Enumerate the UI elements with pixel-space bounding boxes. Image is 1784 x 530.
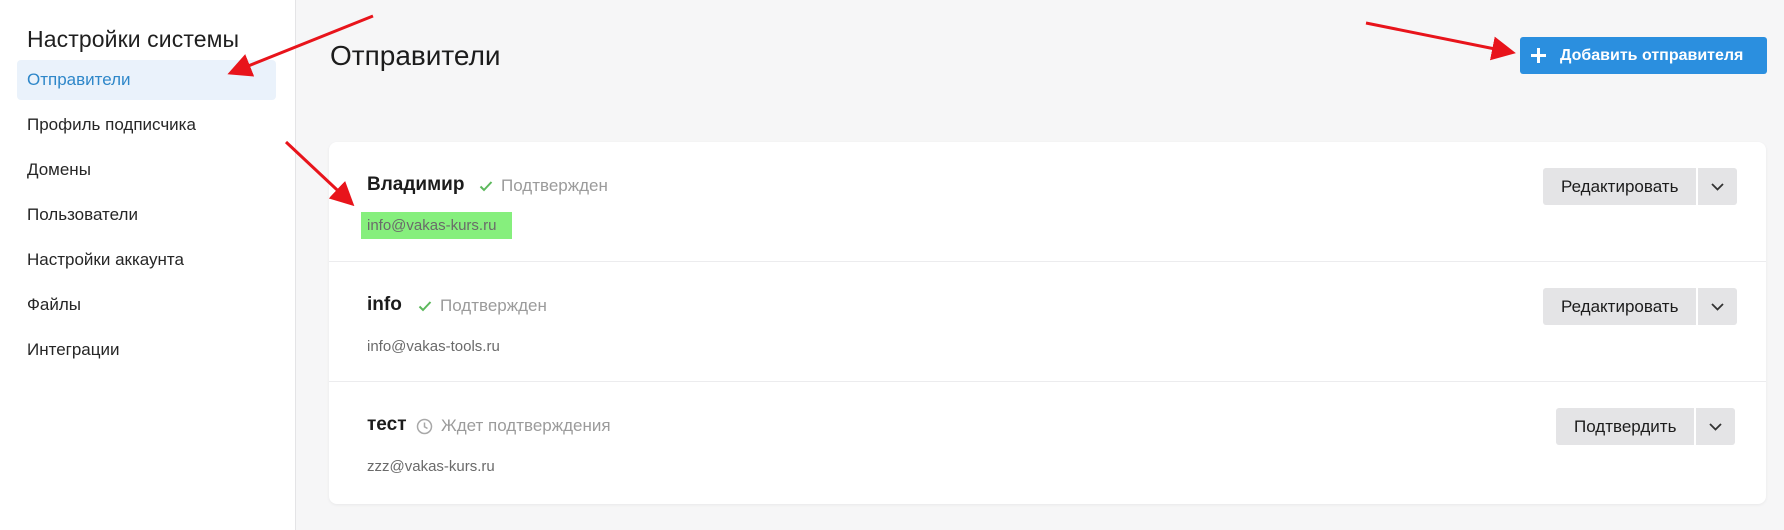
sender-name: Владимир <box>367 174 465 195</box>
sender-status: Подтвержден <box>418 296 547 316</box>
sidebar-item-users[interactable]: Пользователи <box>17 195 276 235</box>
sender-status: Подтвержден <box>479 176 608 196</box>
edit-sender-button[interactable]: Редактировать <box>1543 288 1697 325</box>
check-icon <box>479 180 493 192</box>
sidebar-item-files[interactable]: Файлы <box>17 285 276 325</box>
annotation-arrow <box>1365 21 1516 61</box>
sender-actions-dropdown[interactable] <box>1698 288 1738 325</box>
sender-email: zzz@vakas-kurs.ru <box>367 458 495 475</box>
clock-icon <box>416 418 433 435</box>
sidebar-item-subscriber-profile[interactable]: Профиль подписчика <box>17 105 276 145</box>
sender-email: info@vakas-tools.ru <box>367 338 500 355</box>
sender-name: info <box>367 294 402 315</box>
confirm-sender-button[interactable]: Подтвердить <box>1556 408 1695 445</box>
sender-row: info Подтвержден info@vakas-tools.ru Ред… <box>329 262 1766 382</box>
sidebar-item-domains[interactable]: Домены <box>17 150 276 190</box>
senders-list: Владимир Подтвержден info@vakas-kurs.ru … <box>329 142 1766 504</box>
sidebar-title: Настройки системы <box>27 26 240 52</box>
add-sender-button[interactable]: Добавить отправителя <box>1520 37 1767 74</box>
add-sender-button-label: Добавить отправителя <box>1560 46 1744 64</box>
sidebar-item-senders[interactable]: Отправители <box>17 60 276 100</box>
sidebar-nav: Отправители Профиль подписчика Домены По… <box>17 60 276 375</box>
sender-actions: Подтвердить <box>1556 408 1736 445</box>
chevron-down-icon <box>1711 299 1725 314</box>
plus-icon <box>1531 48 1546 63</box>
sender-status-label: Подтвержден <box>440 296 547 315</box>
chevron-down-icon <box>1709 419 1723 434</box>
check-icon <box>418 300 432 312</box>
sender-status-label: Подтвержден <box>501 176 608 195</box>
sender-status-label: Ждет подтверждения <box>441 416 611 435</box>
sidebar-item-account-settings[interactable]: Настройки аккаунта <box>17 240 276 280</box>
sender-actions-dropdown[interactable] <box>1696 408 1736 445</box>
edit-sender-button[interactable]: Редактировать <box>1543 168 1697 205</box>
page-title: Отправители <box>330 40 501 71</box>
chevron-down-icon <box>1711 179 1725 194</box>
sender-status: Ждет подтверждения <box>416 416 611 436</box>
sender-row: тест Ждет подтверждения zzz@vakas-kurs.r… <box>329 382 1766 502</box>
sender-actions: Редактировать <box>1543 288 1738 325</box>
sender-row: Владимир Подтвержден info@vakas-kurs.ru … <box>329 142 1766 262</box>
sender-email: info@vakas-kurs.ru <box>361 212 512 239</box>
sidebar-item-integrations[interactable]: Интеграции <box>17 330 276 370</box>
sender-name: тест <box>367 414 407 435</box>
app-window: Настройки системы Отправители Профиль по… <box>0 0 1784 530</box>
sender-actions-dropdown[interactable] <box>1698 168 1738 205</box>
sidebar: Настройки системы Отправители Профиль по… <box>0 0 296 530</box>
sender-actions: Редактировать <box>1543 168 1738 205</box>
